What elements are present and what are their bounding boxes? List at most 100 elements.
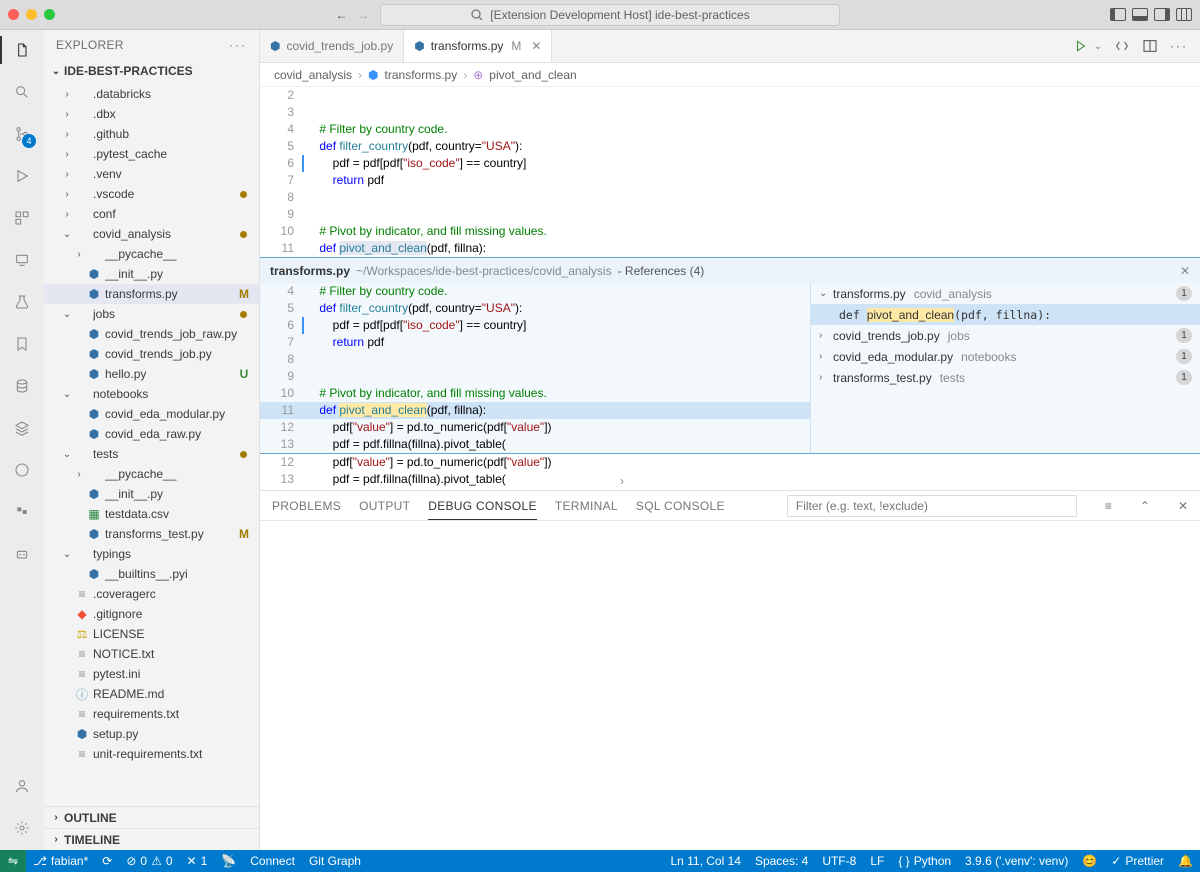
panel-tab[interactable]: SQL CONSOLE	[636, 499, 725, 513]
folder-item[interactable]: ›.pytest_cache	[44, 144, 259, 164]
folder-item[interactable]: ›__pycache__	[44, 244, 259, 264]
command-center[interactable]: [Extension Development Host] ide-best-pr…	[380, 4, 840, 26]
compare-icon[interactable]	[1114, 38, 1130, 54]
folder-item[interactable]: ›.github	[44, 124, 259, 144]
outline-section[interactable]: ›OUTLINE	[44, 806, 259, 828]
minimize-window-icon[interactable]	[26, 9, 37, 20]
file-item[interactable]: ⬢__builtins__.pyi	[44, 564, 259, 584]
breadcrumb-symbol[interactable]: pivot_and_clean	[489, 68, 576, 82]
live-share[interactable]: 📡	[214, 850, 243, 872]
explorer-icon[interactable]	[10, 38, 34, 62]
folder-item[interactable]: ⌄jobs	[44, 304, 259, 324]
panel-filter-input[interactable]	[787, 495, 1077, 517]
folder-item[interactable]: ›.dbx	[44, 104, 259, 124]
toggle-secondary-sidebar-icon[interactable]	[1154, 8, 1170, 21]
editor-tab[interactable]: ⬢transforms.pyM✕	[404, 30, 552, 62]
notifications-icon[interactable]: 🔔	[1171, 854, 1200, 868]
timeline-section[interactable]: ›TIMELINE	[44, 828, 259, 850]
reference-file-group[interactable]: ›covid_trends_job.pyjobs1	[811, 325, 1200, 346]
folder-item[interactable]: ⌄notebooks	[44, 384, 259, 404]
robot-icon[interactable]	[10, 542, 34, 566]
file-item[interactable]: ⬢covid_eda_modular.py	[44, 404, 259, 424]
workspace-root[interactable]: ⌄IDE-BEST-PRACTICES	[44, 60, 259, 82]
nav-forward-icon[interactable]: →	[358, 8, 370, 22]
close-tab-icon[interactable]: ✕	[531, 39, 541, 53]
more-actions-icon[interactable]: ···	[1170, 39, 1188, 53]
python-interpreter[interactable]: 3.9.6 ('.venv': venv)	[958, 854, 1075, 868]
file-item[interactable]: ⬢covid_trends_job.py	[44, 344, 259, 364]
maximize-window-icon[interactable]	[44, 9, 55, 20]
github-icon[interactable]	[10, 458, 34, 482]
filter-settings-icon[interactable]: ≡	[1105, 499, 1112, 513]
file-item[interactable]: ≡unit-requirements.txt	[44, 744, 259, 764]
remote-explorer-icon[interactable]	[10, 248, 34, 272]
source-control-icon[interactable]: 4	[10, 122, 34, 146]
test-status[interactable]: ✕1	[180, 850, 215, 872]
breadcrumb-folder[interactable]: covid_analysis	[274, 68, 352, 82]
file-item[interactable]: ⬢setup.py	[44, 724, 259, 744]
split-editor-icon[interactable]	[1142, 38, 1158, 54]
file-item[interactable]: ▦testdata.csv	[44, 504, 259, 524]
file-item[interactable]: ⓘREADME.md	[44, 684, 259, 704]
panel-tab[interactable]: OUTPUT	[359, 499, 410, 513]
panel-tab[interactable]: PROBLEMS	[272, 499, 341, 513]
folder-item[interactable]: ›.venv	[44, 164, 259, 184]
file-item[interactable]: ⚖LICENSE	[44, 624, 259, 644]
breadcrumb-chevron-icon[interactable]: ›	[620, 474, 624, 488]
layers-icon[interactable]	[10, 416, 34, 440]
file-item[interactable]: ≡pytest.ini	[44, 664, 259, 684]
breadcrumb[interactable]: covid_analysis › ⬢ transforms.py › ⊕ piv…	[260, 63, 1200, 87]
close-window-icon[interactable]	[8, 9, 19, 20]
reference-file-group[interactable]: ›covid_eda_modular.pynotebooks1	[811, 346, 1200, 367]
connect-button[interactable]: Connect	[243, 850, 302, 872]
peek-close-icon[interactable]: ✕	[1180, 264, 1190, 278]
reference-file-group[interactable]: ›transforms_test.pytests1	[811, 367, 1200, 388]
extensions-icon[interactable]	[10, 206, 34, 230]
remote-indicator[interactable]: ⇋	[0, 850, 26, 872]
file-item[interactable]: ⬢covid_trends_job_raw.py	[44, 324, 259, 344]
terraform-icon[interactable]	[10, 500, 34, 524]
file-item[interactable]: ⬢__init__.py	[44, 484, 259, 504]
reference-item[interactable]: def pivot_and_clean(pdf, fillna):	[811, 304, 1200, 325]
prettier-status[interactable]: ✓Prettier	[1104, 854, 1171, 868]
search-icon[interactable]	[10, 80, 34, 104]
reference-file-group[interactable]: ⌄transforms.pycovid_analysis1	[811, 283, 1200, 304]
customize-layout-icon[interactable]	[1176, 8, 1192, 21]
eol[interactable]: LF	[863, 854, 891, 868]
encoding[interactable]: UTF-8	[815, 854, 863, 868]
git-branch[interactable]: ⎇fabian*	[26, 850, 95, 872]
panel-tab[interactable]: DEBUG CONSOLE	[428, 499, 537, 520]
breadcrumb-file[interactable]: transforms.py	[385, 68, 458, 82]
folder-item[interactable]: ⌄tests	[44, 444, 259, 464]
file-item[interactable]: ⬢transforms.pyM	[44, 284, 259, 304]
peek-editor[interactable]: 4 # Filter by country code.5 def filter_…	[260, 283, 810, 453]
close-icon[interactable]: ✕	[1178, 499, 1188, 513]
folder-item[interactable]: ›conf	[44, 204, 259, 224]
chevron-up-icon[interactable]: ⌃	[1140, 499, 1150, 513]
run-dropdown-icon[interactable]: ⌄	[1094, 41, 1102, 52]
problems-status[interactable]: ⊘0⚠0	[119, 850, 179, 872]
cursor-position[interactable]: Ln 11, Col 14	[663, 854, 748, 868]
git-sync[interactable]: ⟳	[95, 850, 119, 872]
nav-back-icon[interactable]: ←	[336, 8, 348, 22]
file-item[interactable]: ⬢__init__.py	[44, 264, 259, 284]
accounts-icon[interactable]	[10, 774, 34, 798]
indentation[interactable]: Spaces: 4	[748, 854, 815, 868]
folder-item[interactable]: ›__pycache__	[44, 464, 259, 484]
file-item[interactable]: ◆.gitignore	[44, 604, 259, 624]
run-icon[interactable]	[1072, 39, 1090, 53]
file-item[interactable]: ≡requirements.txt	[44, 704, 259, 724]
run-debug-icon[interactable]	[10, 164, 34, 188]
file-item[interactable]: ⬢transforms_test.pyM	[44, 524, 259, 544]
panel-tab[interactable]: TERMINAL	[555, 499, 618, 513]
toggle-sidebar-icon[interactable]	[1110, 8, 1126, 21]
folder-item[interactable]: ›.databricks	[44, 84, 259, 104]
copilot-icon[interactable]: 😊	[1075, 854, 1104, 868]
git-graph-button[interactable]: Git Graph	[302, 850, 368, 872]
database-icon[interactable]	[10, 374, 34, 398]
sidebar-more-icon[interactable]: ···	[229, 38, 247, 52]
file-item[interactable]: ≡.coveragerc	[44, 584, 259, 604]
toggle-panel-icon[interactable]	[1132, 8, 1148, 21]
file-item[interactable]: ⬢covid_eda_raw.py	[44, 424, 259, 444]
language-mode[interactable]: { }Python	[891, 854, 958, 868]
